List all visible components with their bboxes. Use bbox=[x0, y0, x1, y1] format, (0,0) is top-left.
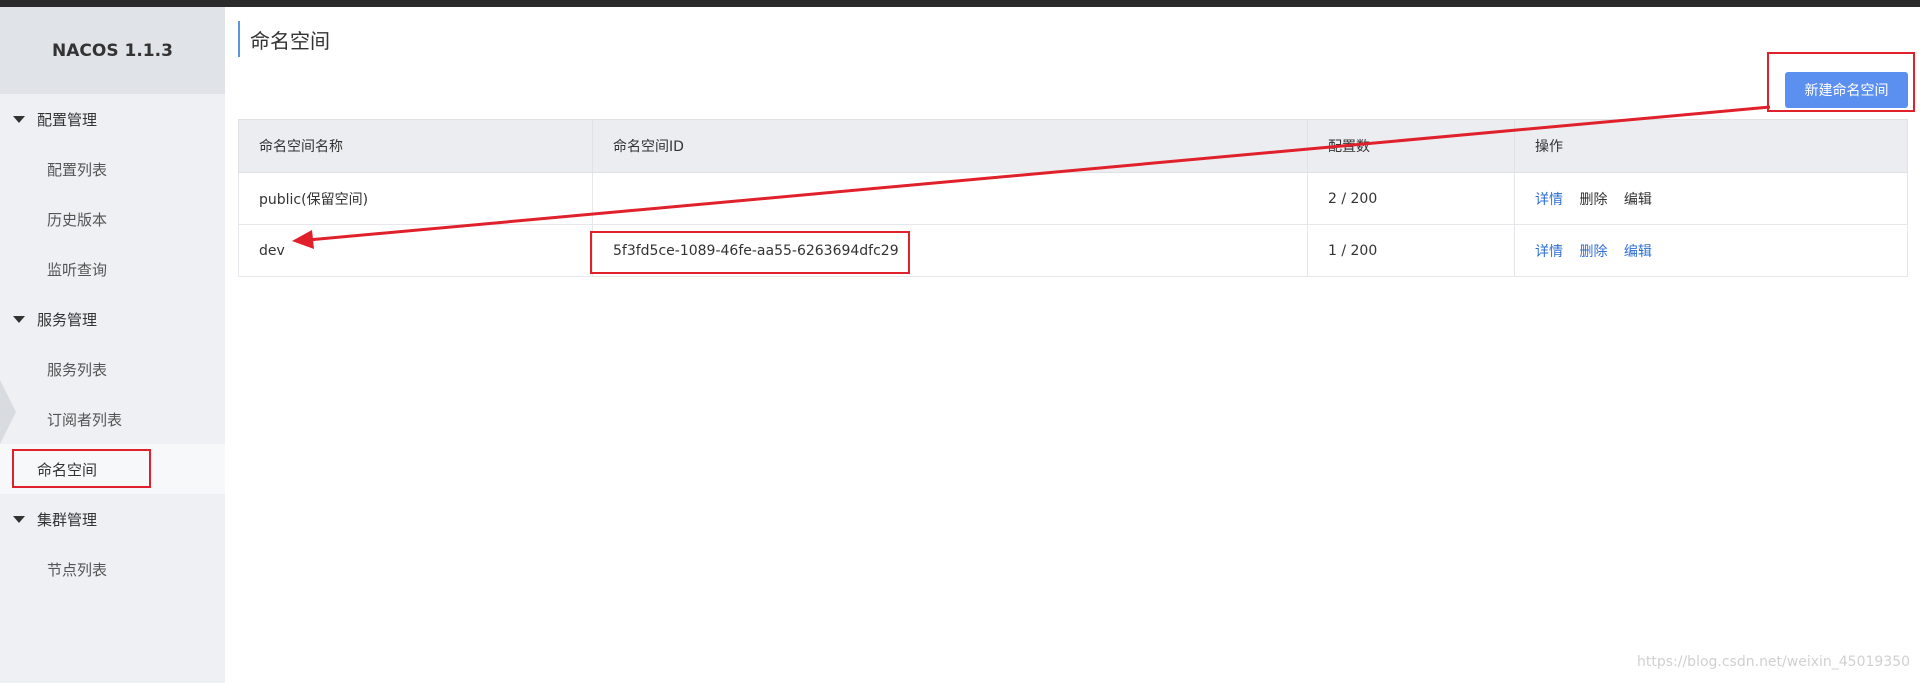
sidebar-item-label: 订阅者列表 bbox=[47, 410, 123, 429]
table-row: public(保留空间) 2 / 200 详情 删除 编辑 bbox=[238, 172, 1908, 225]
brand-logo: NACOS 1.1.3 bbox=[0, 7, 225, 94]
sidebar-group-cluster[interactable]: 集群管理 bbox=[0, 494, 225, 544]
column-header-id[interactable]: 命名空间ID bbox=[592, 119, 1308, 173]
edit-link[interactable]: 编辑 bbox=[1624, 192, 1652, 208]
details-link[interactable]: 详情 bbox=[1535, 192, 1563, 208]
sidebar-group-config[interactable]: 配置管理 bbox=[0, 94, 225, 144]
caret-down-icon bbox=[13, 115, 25, 123]
config-count-cell: 2 / 200 bbox=[1307, 172, 1515, 225]
actions-cell: 详情 删除 编辑 bbox=[1514, 172, 1908, 225]
namespace-table: 命名空间名称 命名空间ID 配置数 操作 public(保留空间) 2 / 20… bbox=[238, 119, 1908, 277]
sidebar-item-label: 监听查询 bbox=[47, 260, 108, 279]
edit-link[interactable]: 编辑 bbox=[1624, 244, 1652, 260]
sidebar-item-label: 配置列表 bbox=[47, 160, 108, 179]
annotation-arrow-icon bbox=[292, 105, 1771, 249]
actions-cell: 详情 删除 编辑 bbox=[1514, 224, 1908, 277]
sidebar-item-listener-query[interactable]: 监听查询 bbox=[0, 244, 225, 294]
top-bar bbox=[0, 0, 1920, 7]
sidebar-item-node-list[interactable]: 节点列表 bbox=[0, 544, 225, 594]
sidebar-item-namespace[interactable]: 命名空间 bbox=[0, 444, 225, 494]
column-header-actions: 操作 bbox=[1514, 119, 1908, 173]
delete-link[interactable]: 删除 bbox=[1579, 192, 1607, 208]
new-namespace-button[interactable]: 新建命名空间 bbox=[1785, 72, 1908, 108]
config-count-cell: 1 / 200 bbox=[1307, 224, 1515, 277]
sidebar-item-label: 节点列表 bbox=[47, 560, 108, 579]
namespace-id-cell: 5f3fd5ce-1089-46fe-aa55-6263694dfc29 bbox=[592, 224, 1308, 277]
details-link[interactable]: 详情 bbox=[1535, 244, 1563, 260]
column-header-name[interactable]: 命名空间名称 bbox=[238, 119, 593, 173]
caret-down-icon bbox=[13, 315, 25, 323]
table-row: dev 5f3fd5ce-1089-46fe-aa55-6263694dfc29… bbox=[238, 224, 1908, 277]
table-header-row: 命名空间名称 命名空间ID 配置数 操作 bbox=[238, 119, 1908, 173]
sidebar-group-label: 配置管理 bbox=[37, 110, 98, 129]
sidebar-item-label: 历史版本 bbox=[47, 210, 108, 229]
column-header-count[interactable]: 配置数 bbox=[1307, 119, 1515, 173]
sidebar-item-history[interactable]: 历史版本 bbox=[0, 194, 225, 244]
namespace-id-cell bbox=[592, 172, 1308, 225]
sidebar-group-label: 集群管理 bbox=[37, 510, 98, 529]
sidebar-group-service[interactable]: 服务管理 bbox=[0, 294, 225, 344]
sidebar-item-label: 命名空间 bbox=[37, 460, 98, 479]
page-title: 命名空间 bbox=[238, 21, 330, 57]
caret-down-icon bbox=[13, 515, 25, 523]
sidebar-item-service-list[interactable]: 服务列表 bbox=[0, 344, 225, 394]
sidebar-item-config-list[interactable]: 配置列表 bbox=[0, 144, 225, 194]
sidebar-group-label: 服务管理 bbox=[37, 310, 98, 329]
namespace-name-cell: dev bbox=[238, 224, 593, 277]
sidebar-item-subscriber-list[interactable]: 订阅者列表 bbox=[0, 394, 225, 444]
delete-link[interactable]: 删除 bbox=[1579, 244, 1607, 260]
watermark: https://blog.csdn.net/weixin_45019350 bbox=[1637, 654, 1911, 670]
namespace-name-cell: public(保留空间) bbox=[238, 172, 593, 225]
sidebar-item-label: 服务列表 bbox=[47, 360, 108, 379]
